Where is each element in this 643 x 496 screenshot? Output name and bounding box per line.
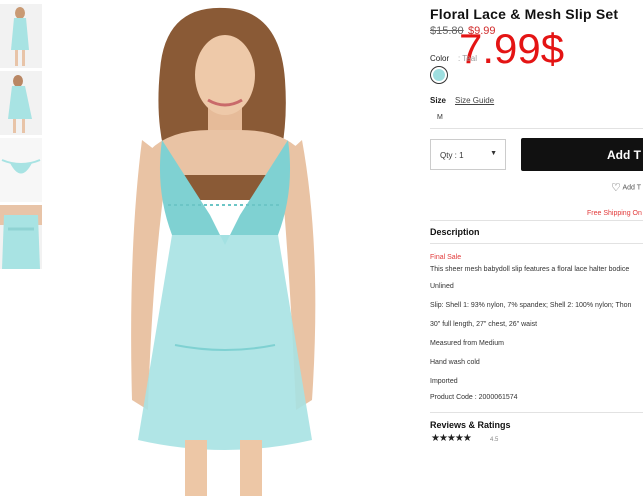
- divider: [430, 128, 643, 129]
- rating-value: 4.5: [490, 437, 499, 443]
- wishlist-label: Add T: [622, 184, 641, 192]
- color-label: Color: [430, 54, 450, 63]
- shipping-notice: Free Shipping On: [587, 210, 642, 217]
- size-guide-link[interactable]: Size Guide: [455, 96, 494, 105]
- description-heading: Description: [430, 227, 480, 237]
- divider: [430, 220, 643, 221]
- caret-down-icon: ▼: [490, 150, 497, 157]
- swatch-fill: [433, 69, 445, 81]
- description-line: Hand wash cold: [430, 359, 480, 366]
- product-code: Product Code : 2000061574: [430, 394, 518, 401]
- size-option-m[interactable]: M: [437, 114, 443, 121]
- thumbnail-side[interactable]: [0, 71, 42, 135]
- thumbnail-front[interactable]: [0, 4, 42, 68]
- description-line: Slip: Shell 1: 93% nylon, 7% spandex; Sh…: [430, 302, 632, 309]
- overlay-price: 7.99$: [459, 25, 565, 72]
- main-product-image[interactable]: [90, 0, 410, 496]
- reviews-heading: Reviews & Ratings: [430, 420, 511, 430]
- thumbnail-side-image: [0, 71, 42, 135]
- final-sale-label: Final Sale: [430, 254, 462, 261]
- color-swatch-teal[interactable]: [430, 66, 448, 84]
- heart-icon: ♡: [611, 182, 621, 194]
- color-value: : Teal: [458, 54, 477, 63]
- add-to-bag-label: Add T: [607, 148, 641, 162]
- thumbnail-thong[interactable]: [0, 138, 42, 202]
- star-rating-icon: ★★★★★: [431, 433, 472, 444]
- quantity-label: Qty : 1: [440, 151, 464, 160]
- thumbnail-detail-image: [0, 205, 42, 269]
- description-line: Imported: [430, 378, 458, 385]
- description-line: This sheer mesh babydoll slip features a…: [430, 266, 630, 273]
- product-title: Floral Lace & Mesh Slip Set: [430, 6, 619, 22]
- quantity-select[interactable]: Qty : 1 ▼: [430, 139, 506, 170]
- wishlist-button[interactable]: ♡ Add T: [611, 181, 641, 194]
- description-line: Unlined: [430, 283, 454, 290]
- thumbnail-front-image: [0, 4, 42, 68]
- description-line: Measured from Medium: [430, 340, 504, 347]
- description-line: 30" full length, 27" chest, 26" waist: [430, 321, 538, 328]
- product-photo: [90, 0, 410, 496]
- add-to-bag-button[interactable]: Add T: [521, 138, 643, 171]
- thumbnail-thong-image: [0, 138, 42, 202]
- divider: [430, 243, 643, 244]
- thumbnail-detail[interactable]: [0, 205, 42, 269]
- divider: [430, 412, 643, 413]
- size-label: Size: [430, 96, 447, 105]
